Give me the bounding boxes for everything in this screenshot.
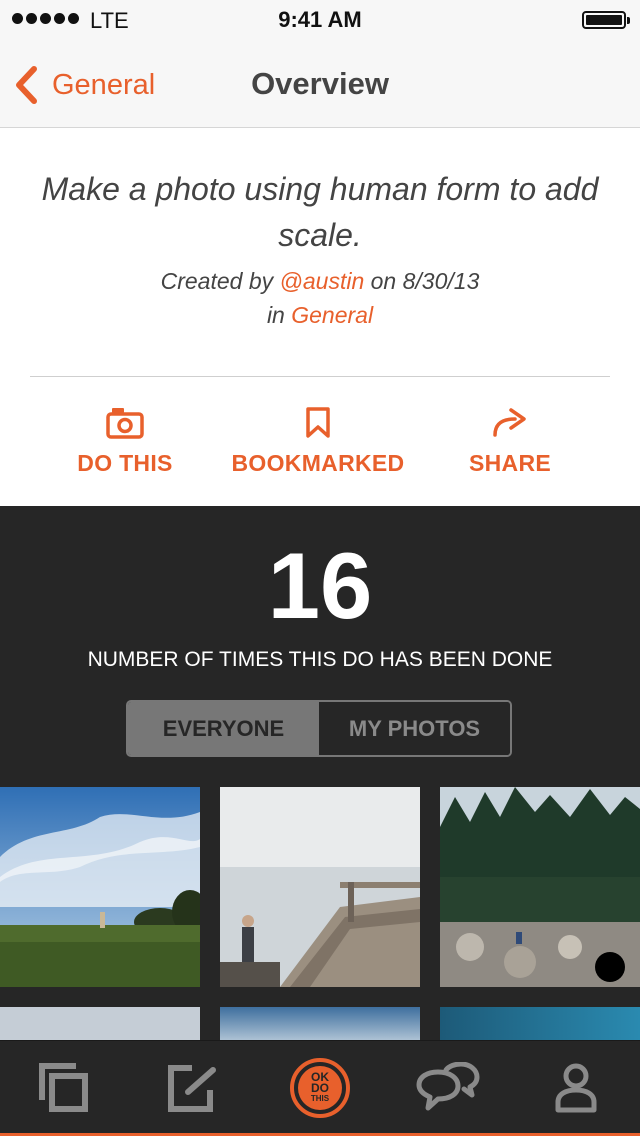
- bookmark-icon: [306, 407, 330, 438]
- profile-icon: [555, 1063, 597, 1112]
- completions-section: 16 NUMBER OF TIMES THIS DO HAS BEEN DONE…: [0, 506, 640, 1042]
- do-this-button[interactable]: DO THIS: [18, 400, 232, 477]
- category-link[interactable]: General: [291, 302, 373, 328]
- page-title: Overview: [251, 66, 389, 101]
- photo-thumbnail[interactable]: [220, 1007, 420, 1042]
- segment-everyone[interactable]: EVERYONE: [128, 702, 319, 755]
- okdothis-logo: OK DO THIS: [290, 1057, 350, 1118]
- collection-icon: [39, 1062, 88, 1112]
- photo-thumbnail[interactable]: [0, 787, 200, 987]
- created-by-prefix: Created by: [160, 268, 274, 294]
- edit-icon: [168, 1064, 216, 1112]
- tab-profile[interactable]: [512, 1041, 640, 1134]
- photo-thumbnail[interactable]: [220, 787, 420, 987]
- segment-my-photos[interactable]: MY PHOTOS: [319, 702, 510, 755]
- tab-activity[interactable]: [384, 1041, 512, 1134]
- status-bar: LTE 9:41 AM: [0, 0, 640, 40]
- tab-home[interactable]: OK DO THIS: [256, 1041, 384, 1134]
- camera-icon: [106, 408, 144, 439]
- tab-collection[interactable]: [0, 1041, 128, 1134]
- battery-icon: [582, 11, 630, 29]
- tab-bar: OK DO THIS: [0, 1040, 640, 1136]
- logo-text-do: DO: [311, 1081, 329, 1095]
- share-button[interactable]: SHARE: [403, 400, 617, 477]
- photo-thumbnail[interactable]: [440, 1007, 640, 1042]
- in-word: in: [266, 302, 285, 328]
- created-date: 8/30/13: [402, 268, 480, 294]
- share-label: SHARE: [468, 450, 551, 476]
- bookmark-label: BOOKMARKED: [231, 450, 405, 476]
- bookmark-button[interactable]: BOOKMARKED: [211, 400, 425, 477]
- do-prompt-text: Make a photo using human form to add sca…: [41, 171, 599, 253]
- photo-thumbnail[interactable]: [440, 787, 640, 987]
- on-word: on: [370, 268, 397, 294]
- photo-filter-segmented-control: EVERYONE MY PHOTOS: [126, 700, 512, 757]
- status-time: 9:41 AM: [278, 7, 362, 32]
- divider: [30, 376, 610, 377]
- author-link[interactable]: @austin: [280, 268, 365, 294]
- completion-count: 16: [267, 533, 373, 638]
- photo-thumbnail[interactable]: [0, 1007, 200, 1042]
- logo-text-this: THIS: [311, 1094, 330, 1103]
- share-icon: [493, 408, 526, 437]
- chat-icon: [416, 1061, 480, 1110]
- navigation-bar: General Overview: [0, 40, 640, 128]
- category-line: in General: [30, 302, 610, 329]
- do-this-label: DO THIS: [77, 450, 173, 476]
- created-by-line: Created by @austin on 8/30/13: [30, 268, 610, 295]
- tab-create[interactable]: [128, 1041, 256, 1134]
- completion-count-label: NUMBER OF TIMES THIS DO HAS BEEN DONE: [87, 648, 553, 671]
